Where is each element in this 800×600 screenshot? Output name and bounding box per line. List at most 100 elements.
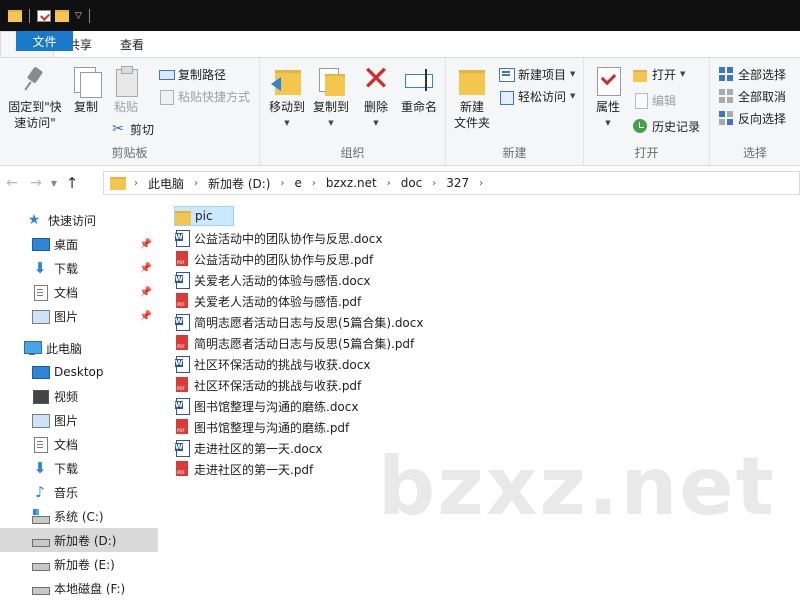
file-name: 走进社区的第一天.docx xyxy=(194,441,323,456)
copy-path-button[interactable]: 复制路径 xyxy=(158,64,226,84)
new-folder-icon xyxy=(456,64,488,96)
select-none-button[interactable]: 全部取消 xyxy=(718,86,786,106)
new-folder-label-2: 文件夹 xyxy=(453,116,490,130)
delete-button[interactable]: ✕ 删除 ▼ xyxy=(358,62,394,131)
list-item[interactable]: pic xyxy=(174,206,234,226)
computer-icon xyxy=(24,340,42,356)
new-group-label: 新建 xyxy=(502,146,527,160)
tab-file[interactable]: 文件 xyxy=(16,31,73,51)
list-item[interactable]: 简明志愿者活动日志与反思(5篇合集).pdf xyxy=(174,333,414,353)
invert-selection-button[interactable]: 反向选择 xyxy=(718,108,786,128)
list-item[interactable]: 图书馆整理与沟通的磨练.docx xyxy=(174,396,358,416)
pin-quick-access-button[interactable]: 固定到"快 速访问" xyxy=(4,64,66,131)
breadcrumb-this-pc[interactable]: 此电脑 xyxy=(148,175,184,192)
nav-drive-f[interactable]: 本地磁盘 (F:) xyxy=(0,576,158,600)
new-item-button[interactable]: 新建项目 ▼ xyxy=(498,64,575,84)
nav-music[interactable]: ♪ 音乐 xyxy=(0,480,158,504)
list-item[interactable]: 走进社区的第一天.pdf xyxy=(174,459,313,479)
breadcrumb-drive-d[interactable]: 新加卷 (D:) xyxy=(208,175,270,192)
history-button[interactable]: 历史记录 xyxy=(632,116,700,136)
list-item[interactable]: 关爱老人活动的体验与感悟.pdf xyxy=(174,291,361,311)
nav-downloads[interactable]: ⬇ 下载 xyxy=(0,456,158,480)
open-group: 属性 ▼ 打开 ▼ 编辑 历史记录 打开 xyxy=(584,58,710,165)
list-item[interactable]: 公益活动中的团队协作与反思.pdf xyxy=(174,249,373,269)
easy-access-button[interactable]: 轻松访问 ▼ xyxy=(498,86,575,106)
word-document-icon xyxy=(174,230,190,247)
title-bar: ▽ xyxy=(0,0,800,31)
picture-icon xyxy=(32,308,50,324)
chevron-right-icon[interactable]: › xyxy=(280,178,284,189)
video-icon xyxy=(32,388,49,404)
forward-arrow-icon[interactable]: → xyxy=(24,175,48,191)
separator xyxy=(29,8,30,23)
nav-desktop-pinned[interactable]: 桌面 📌 xyxy=(0,232,158,256)
list-item[interactable]: 走进社区的第一天.docx xyxy=(174,438,322,458)
chevron-right-icon[interactable]: › xyxy=(387,178,391,189)
nav-this-pc[interactable]: 此电脑 xyxy=(0,336,158,360)
tab-view[interactable]: 查看 xyxy=(106,31,158,57)
paste-shortcut-label: 粘贴快捷方式 xyxy=(178,89,251,104)
list-item[interactable]: 社区环保活动的挑战与收获.docx xyxy=(174,354,370,374)
address-bar[interactable]: › 此电脑 › 新加卷 (D:) › e › bzxz.net › doc › … xyxy=(103,171,800,195)
nav-videos[interactable]: 视频 xyxy=(0,384,158,408)
nav-quick-access[interactable]: ★ 快速访问 xyxy=(0,208,158,232)
properties-icon[interactable] xyxy=(37,9,51,22)
chevron-right-icon[interactable]: › xyxy=(134,178,138,189)
nav-label: 下载 xyxy=(54,261,79,276)
word-document-icon xyxy=(174,314,190,331)
list-item[interactable]: 公益活动中的团队协作与反思.docx xyxy=(174,228,382,248)
new-folder-button[interactable]: 新建 文件夹 xyxy=(450,64,494,131)
navigation-pane: ★ 快速访问 桌面 📌 ⬇ 下载 📌 文档 📌 图片 📌 此电脑 Desktop… xyxy=(0,199,158,600)
select-all-label: 全部选择 xyxy=(738,67,787,82)
list-item[interactable]: 简明志愿者活动日志与反思(5篇合集).docx xyxy=(174,312,423,332)
up-arrow-icon[interactable]: ↑ xyxy=(60,174,84,192)
system-drive-icon xyxy=(32,508,50,524)
history-icon xyxy=(632,118,648,134)
open-button[interactable]: 打开 ▼ xyxy=(632,64,685,84)
move-to-button[interactable]: 移动到 ▼ xyxy=(264,64,310,131)
chevron-right-icon[interactable]: › xyxy=(479,178,483,189)
breadcrumb-327[interactable]: 327 xyxy=(446,176,469,190)
nav-label: 此电脑 xyxy=(46,341,83,356)
back-arrow-icon[interactable]: ← xyxy=(0,175,24,191)
paste-shortcut-button[interactable]: 粘贴快捷方式 xyxy=(158,86,250,106)
list-item[interactable]: 图书馆整理与沟通的磨练.pdf xyxy=(174,417,349,437)
rename-button[interactable]: 重命名 xyxy=(396,64,442,115)
nav-desktop[interactable]: Desktop xyxy=(0,360,158,384)
word-document-icon xyxy=(174,272,190,289)
file-name: 走进社区的第一天.pdf xyxy=(194,462,314,477)
breadcrumb-e[interactable]: e xyxy=(294,176,301,190)
nav-downloads-pinned[interactable]: ⬇ 下载 📌 xyxy=(0,256,158,280)
customize-toolbar-icon[interactable]: ▽ xyxy=(75,11,82,21)
nav-documents[interactable]: 文档 xyxy=(0,432,158,456)
open-group-label: 打开 xyxy=(634,146,659,160)
copy-path-icon xyxy=(158,66,175,82)
nav-documents-pinned[interactable]: 文档 📌 xyxy=(0,280,158,304)
pin-icon xyxy=(19,64,51,96)
nav-drive-d[interactable]: 新加卷 (D:) xyxy=(0,528,158,552)
chevron-right-icon[interactable]: › xyxy=(432,178,436,189)
breadcrumb-doc[interactable]: doc xyxy=(401,176,423,190)
nav-pictures-pinned[interactable]: 图片 📌 xyxy=(0,304,158,328)
chevron-right-icon[interactable]: › xyxy=(312,178,316,189)
edit-button[interactable]: 编辑 xyxy=(632,90,676,110)
ribbon-tabs: 文件 主页 共享 查看 xyxy=(0,31,800,57)
nav-drive-c[interactable]: 系统 (C:) xyxy=(0,504,158,528)
chevron-right-icon[interactable]: › xyxy=(194,178,198,189)
new-folder-icon[interactable] xyxy=(55,9,69,22)
breadcrumb-bzxz[interactable]: bzxz.net xyxy=(326,176,377,190)
pdf-icon xyxy=(174,251,190,267)
nav-drive-e[interactable]: 新加卷 (E:) xyxy=(0,552,158,576)
paste-button[interactable]: 粘贴 xyxy=(108,64,144,115)
recent-locations-chevron-icon[interactable]: ▼ xyxy=(48,179,60,188)
list-item[interactable]: 关爱老人活动的体验与感悟.docx xyxy=(174,270,370,290)
list-item[interactable]: 社区环保活动的挑战与收获.pdf xyxy=(174,375,361,395)
select-all-button[interactable]: 全部选择 xyxy=(718,64,786,84)
nav-pictures[interactable]: 图片 xyxy=(0,408,158,432)
move-to-label: 移动到 xyxy=(268,100,305,114)
rename-label: 重命名 xyxy=(400,100,437,114)
properties-button[interactable]: 属性 ▼ xyxy=(590,64,626,131)
cut-button[interactable]: ✂ 剪切 xyxy=(110,119,154,139)
copy-button[interactable]: 复制 xyxy=(68,64,104,115)
copy-to-button[interactable]: 复制到 ▼ xyxy=(308,64,354,131)
